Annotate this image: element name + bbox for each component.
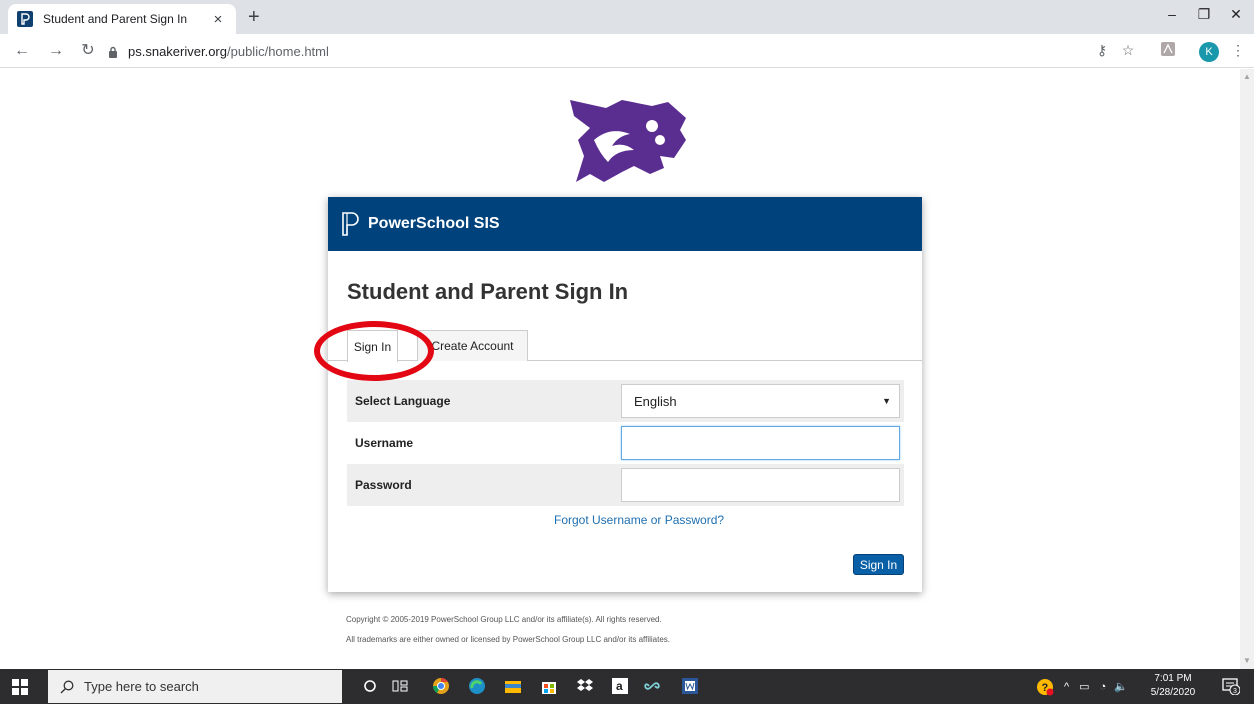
cortana-icon[interactable] — [359, 675, 381, 697]
dropbox-icon[interactable] — [574, 675, 596, 697]
word-icon[interactable] — [679, 675, 701, 697]
new-tab-button[interactable]: + — [248, 6, 260, 28]
amazon-icon[interactable]: a — [609, 675, 631, 697]
forgot-credentials-link[interactable]: Forgot Username or Password? — [554, 513, 724, 527]
copyright-text: Copyright © 2005-2019 PowerSchool Group … — [346, 615, 662, 624]
sign-in-button[interactable]: Sign In — [853, 554, 904, 575]
url-text: ps.snakeriver.org/public/home.html — [128, 44, 329, 59]
username-field[interactable] — [621, 426, 900, 460]
forward-icon[interactable]: → — [46, 41, 66, 61]
wifi-icon[interactable]: ◔ — [1100, 681, 1107, 693]
powerschool-favicon-icon — [17, 11, 33, 27]
scroll-down-icon[interactable]: ▼ — [1243, 656, 1251, 665]
window-close-icon[interactable]: ✕ — [1224, 6, 1248, 23]
sign-in-form: Select Language English ▼ Username Passw… — [347, 380, 904, 527]
username-row: Username — [347, 422, 904, 464]
tray-chevron-icon[interactable]: ^ — [1064, 681, 1069, 693]
profile-avatar[interactable]: K — [1199, 42, 1219, 62]
brand-name: PowerSchool SIS — [368, 215, 500, 232]
svg-text:a: a — [616, 679, 623, 693]
password-label: Password — [355, 478, 412, 492]
tab-close-icon[interactable]: × — [210, 11, 226, 28]
tab-title: Student and Parent Sign In — [43, 12, 188, 26]
windows-taskbar: Type here to search a ? ^ ▭ ◔ 🔈 7:01 PM … — [0, 669, 1254, 704]
annotation-circle — [314, 321, 434, 381]
battery-icon[interactable]: ▭ — [1079, 680, 1089, 693]
card-header: PowerSchool SIS — [328, 197, 922, 251]
clock-date: 5/28/2020 — [1150, 687, 1196, 698]
reload-icon[interactable]: ↻ — [78, 41, 98, 61]
search-icon — [60, 680, 74, 693]
search-placeholder: Type here to search — [84, 679, 199, 694]
star-icon[interactable]: ☆ — [1118, 42, 1138, 59]
page-scrollbar[interactable]: ▲ ▼ — [1240, 69, 1254, 669]
help-icon[interactable]: ? — [1036, 678, 1054, 696]
file-explorer-icon[interactable] — [502, 675, 524, 697]
password-field[interactable] — [621, 468, 900, 502]
pdf-extension-icon[interactable] — [1158, 42, 1178, 59]
infinity-app-icon[interactable] — [643, 675, 665, 697]
taskbar-clock[interactable]: 7:01 PM 5/28/2020 — [1148, 672, 1198, 700]
lock-icon — [108, 45, 120, 58]
password-row: Password — [347, 464, 904, 506]
menu-icon[interactable]: ⋮ — [1228, 42, 1248, 59]
store-icon[interactable] — [538, 675, 560, 697]
tab-create-account[interactable]: Create Account — [417, 330, 528, 361]
url-path: /public/home.html — [227, 43, 329, 59]
language-value: English — [634, 393, 677, 409]
sign-in-card: PowerSchool SIS Student and Parent Sign … — [328, 197, 922, 592]
windows-start-icon[interactable] — [12, 679, 28, 695]
volume-icon[interactable]: 🔈 — [1114, 680, 1128, 693]
browser-tab[interactable]: Student and Parent Sign In × — [8, 4, 236, 34]
dropdown-arrow-icon: ▼ — [882, 396, 891, 406]
language-select[interactable]: English ▼ — [621, 384, 900, 418]
url-host: ps.snakeriver.org — [128, 43, 227, 59]
minimize-icon[interactable]: – — [1160, 6, 1184, 22]
browser-tab-strip: Student and Parent Sign In × + – ❐ ✕ — [0, 0, 1254, 34]
powerschool-logo-icon — [342, 212, 359, 236]
back-icon[interactable]: ← — [12, 41, 32, 61]
task-view-icon[interactable] — [389, 675, 411, 697]
language-row: Select Language English ▼ — [347, 380, 904, 422]
edge-icon[interactable] — [466, 675, 488, 697]
language-label: Select Language — [355, 394, 451, 408]
page-title: Student and Parent Sign In — [347, 279, 629, 304]
browser-toolbar: ← → ↻ ps.snakeriver.org/public/home.html… — [0, 34, 1254, 68]
school-wildcat-logo — [570, 100, 686, 182]
notification-count: 3 — [1233, 688, 1237, 695]
notification-center-icon[interactable]: 3 — [1222, 677, 1240, 695]
key-icon[interactable]: ⚷ — [1092, 42, 1112, 59]
page-content: PowerSchool SIS Student and Parent Sign … — [0, 69, 1254, 669]
system-tray: ? ^ ▭ ◔ 🔈 — [1036, 669, 1128, 704]
taskbar-search[interactable]: Type here to search — [48, 670, 342, 703]
clock-time: 7:01 PM — [1154, 673, 1192, 684]
trademark-text: All trademarks are either owned or licen… — [346, 635, 671, 644]
restore-icon[interactable]: ❐ — [1192, 6, 1216, 23]
username-label: Username — [355, 436, 414, 450]
scroll-up-icon[interactable]: ▲ — [1243, 72, 1251, 81]
chrome-icon[interactable] — [430, 675, 452, 697]
address-bar[interactable]: ps.snakeriver.org/public/home.html — [108, 39, 1088, 63]
